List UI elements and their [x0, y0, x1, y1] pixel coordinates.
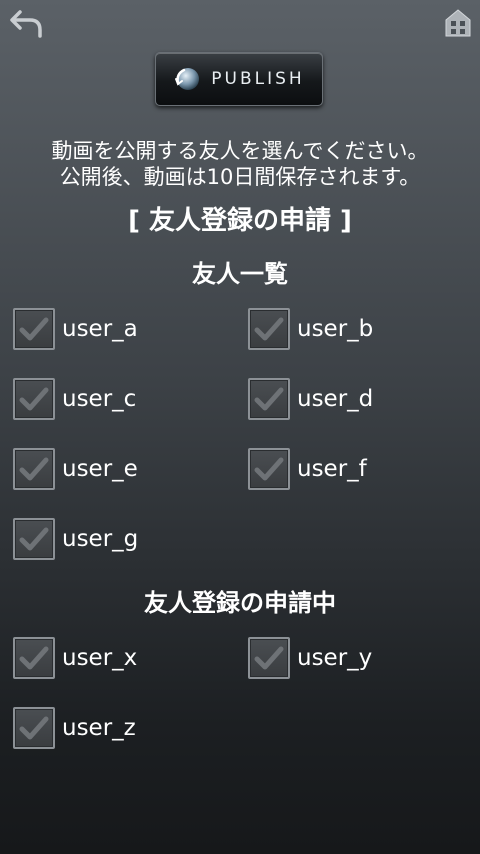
checkbox-label: user_e [62, 456, 138, 482]
checkbox-item[interactable]: user_f [248, 446, 367, 492]
checkbox-label: user_a [62, 316, 138, 342]
check-icon [254, 387, 284, 411]
checkbox-item[interactable]: user_d [248, 376, 373, 422]
check-icon [19, 457, 49, 481]
checkbox[interactable] [13, 308, 55, 350]
checkbox-item[interactable]: user_z [13, 705, 136, 751]
checkbox-item[interactable]: user_g [13, 516, 138, 562]
description-line-2: 公開後、動画は10日間保存されます。 [59, 165, 421, 189]
globe-refresh-icon [175, 68, 200, 90]
checkbox-label: user_g [62, 526, 139, 552]
description: 動画を公開する友人を選んでください。 公開後、動画は10日間保存されます。 [0, 138, 480, 190]
checkbox-item[interactable]: user_e [13, 446, 138, 492]
checkbox[interactable] [13, 378, 55, 420]
publish-label: PUBLISH [211, 69, 305, 89]
check-icon [19, 716, 49, 740]
pending-section-title: 友人登録の申請中 [144, 589, 336, 617]
checkbox-label: user_y [297, 645, 373, 671]
checkbox-label: user_b [297, 316, 374, 342]
home-icon [445, 9, 471, 37]
check-icon [19, 527, 49, 551]
checkbox-item[interactable]: user_x [13, 635, 137, 681]
check-icon [254, 457, 284, 481]
checkbox-label: user_x [62, 645, 138, 671]
check-icon [254, 646, 284, 670]
checkbox[interactable] [248, 448, 290, 490]
checkbox[interactable] [13, 637, 55, 679]
checkbox-item[interactable]: user_c [13, 376, 136, 422]
checkbox[interactable] [248, 308, 290, 350]
back-button[interactable] [8, 8, 44, 40]
checkbox-label: user_z [62, 715, 136, 741]
home-button[interactable] [444, 8, 472, 38]
checkbox-label: user_c [62, 386, 137, 412]
back-arrow-icon [10, 10, 42, 38]
check-icon [254, 317, 284, 341]
checkbox[interactable] [13, 707, 55, 749]
friends-section-title: 友人一覧 [192, 260, 288, 288]
friend-request-link[interactable]: [ 友人登録の申請 ] [0, 200, 480, 237]
checkbox-item[interactable]: user_b [248, 306, 373, 352]
checkbox-label: user_d [297, 386, 374, 412]
description-line-1: 動画を公開する友人を選んでください。 [51, 139, 429, 163]
checkbox[interactable] [13, 448, 55, 490]
checkbox-item[interactable]: user_y [248, 635, 372, 681]
checkbox-item[interactable]: user_a [13, 306, 138, 352]
checkbox[interactable] [13, 518, 55, 560]
checkbox-label: user_f [297, 456, 367, 482]
check-icon [19, 387, 49, 411]
checkbox[interactable] [248, 637, 290, 679]
publish-button[interactable]: PUBLISH [155, 52, 323, 106]
checkbox[interactable] [248, 378, 290, 420]
check-icon [19, 646, 49, 670]
check-icon [19, 317, 49, 341]
